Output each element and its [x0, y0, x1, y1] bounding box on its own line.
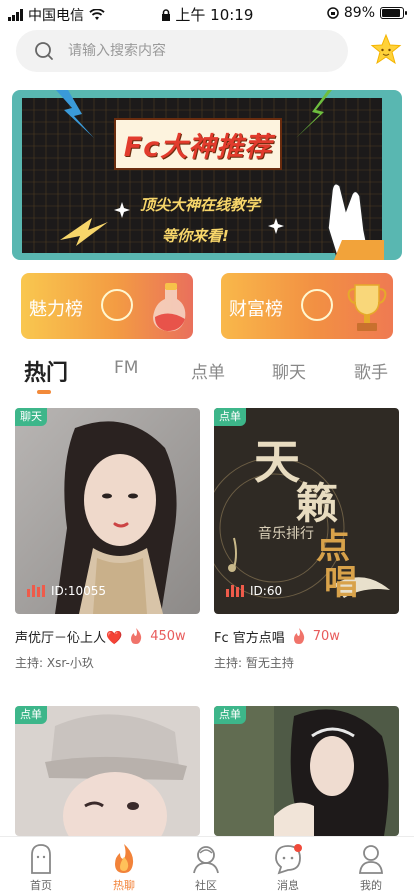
nav-profile-label: 我的 [360, 879, 382, 892]
bottom-nav: 首页 热聊 社区 消息 我的 [0, 836, 414, 896]
banner-title: Fc大神推荐 [114, 118, 282, 170]
tab-chat[interactable]: 聊天 [272, 358, 306, 383]
room-card[interactable]: 点单 [15, 706, 200, 836]
rotation-lock-icon [327, 7, 339, 19]
nav-home-label: 首页 [30, 879, 52, 892]
room-cover: 点单 [214, 706, 399, 836]
search-input[interactable] [68, 43, 318, 59]
nav-messages[interactable]: 消息 [258, 843, 318, 893]
room-card[interactable]: 点单 [214, 706, 399, 836]
cover-text-3: 点 [316, 527, 350, 567]
battery-icon [380, 7, 407, 19]
banner-subtitle-2: 等你来看! [162, 227, 229, 245]
room-host: 主持: Xsr-小玖 [15, 656, 94, 670]
flame-icon [131, 628, 142, 644]
nav-community[interactable]: 社区 [176, 843, 236, 893]
battery-percent: 89% [343, 5, 375, 21]
room-tag: 聊天 [15, 408, 47, 426]
room-title: 声优厅－伈上人❤️ [15, 630, 123, 646]
room-title: Fc 官方点唱 [214, 630, 285, 646]
potion-icon [153, 283, 186, 332]
wealth-rank-card[interactable]: 财富榜 [221, 273, 393, 339]
room-tag: 点单 [214, 408, 246, 426]
cover-text-1: 天 [254, 435, 300, 489]
nav-home[interactable]: 首页 [11, 843, 71, 893]
active-tab-indicator [37, 390, 51, 394]
crown-icon [101, 289, 133, 321]
banner-subtitle: 顶尖大神在线教学 [140, 196, 261, 214]
room-cover: 天 籁 点 唱 音乐排行 点单 ID:60 [214, 408, 399, 614]
promo-banner[interactable]: Fc大神推荐 顶尖大神在线教学 等你来看! [12, 90, 402, 260]
room-id: ID:60 [226, 584, 282, 598]
room-card[interactable]: 天 籁 点 唱 音乐排行 点单 ID:60 Fc 官方点唱 70w 主持: 暂无… [214, 408, 399, 670]
flame-icon [293, 628, 304, 644]
message-icon [275, 844, 302, 875]
room-cover: 点单 [15, 706, 200, 836]
star-icon [370, 33, 402, 65]
room-id-label: ID:10055 [51, 584, 106, 598]
home-icon [31, 844, 51, 874]
tab-hot[interactable]: 热门 [24, 355, 68, 387]
charm-rank-card[interactable]: 魅力榜 [21, 273, 193, 339]
room-tag: 点单 [214, 706, 246, 724]
charm-rank-label: 魅力榜 [29, 299, 83, 320]
profile-icon [359, 845, 383, 874]
status-bar: 中国电信 上午 10:19 89% [0, 0, 414, 28]
star-button[interactable] [370, 32, 402, 68]
room-card[interactable]: 聊天 ID:10055 声优厅－伈上人❤️ 450w 主持: Xsr-小玖 [15, 408, 200, 670]
tab-singer[interactable]: 歌手 [354, 358, 388, 383]
community-icon [193, 846, 219, 874]
search-bar[interactable] [16, 30, 348, 72]
category-tabs: 热门 FM 点单 聊天 歌手 [0, 352, 414, 396]
audio-bars-icon [27, 585, 45, 597]
room-id: ID:10055 [27, 584, 106, 598]
room-tag: 点单 [15, 706, 47, 724]
clock: 上午 10:19 [175, 6, 254, 24]
wealth-rank-label: 财富榜 [229, 299, 283, 320]
room-cover: 聊天 ID:10055 [15, 408, 200, 614]
heat-value: 450w [150, 628, 186, 644]
nav-profile[interactable]: 我的 [341, 843, 401, 893]
heat-value: 70w [312, 628, 340, 644]
cover-text-5: 音乐排行 [258, 525, 314, 542]
room-id-label: ID:60 [250, 584, 283, 598]
search-icon [35, 42, 53, 60]
room-cover-image [15, 706, 200, 836]
nav-hot-chat[interactable]: 热聊 [94, 843, 154, 893]
cover-text-4: 唱 [324, 563, 358, 603]
room-host: 主持: 暂无主持 [214, 656, 294, 670]
nav-hot-chat-label: 热聊 [113, 879, 135, 892]
tab-order[interactable]: 点单 [191, 358, 225, 383]
crown-icon [301, 289, 333, 321]
cover-text-2: 籁 [296, 479, 338, 528]
room-cover-image [214, 706, 399, 836]
audio-bars-icon [226, 585, 244, 597]
nav-messages-label: 消息 [277, 879, 299, 892]
nav-community-label: 社区 [195, 879, 217, 892]
flame-icon [115, 844, 134, 873]
lock-icon [161, 9, 170, 21]
trophy-icon [347, 284, 387, 331]
tab-fm[interactable]: FM [114, 358, 138, 378]
